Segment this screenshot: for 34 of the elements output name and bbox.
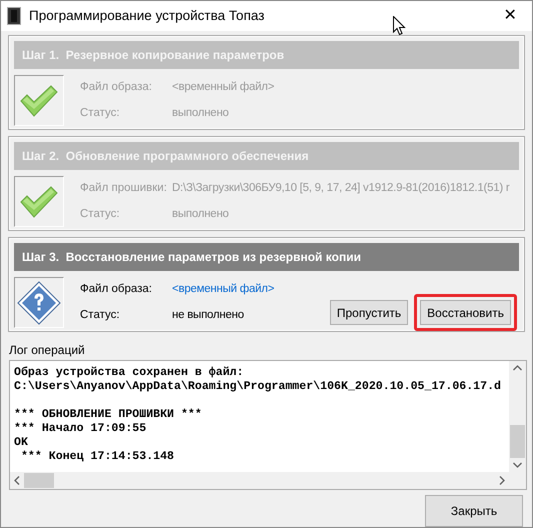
- field-value: выполнено: [172, 106, 229, 121]
- file-link[interactable]: <временный файл>: [172, 281, 274, 298]
- window-title: Программирование устройства Топаз: [29, 6, 264, 25]
- log-line: *** Конец 17:14:53.148: [20, 450, 176, 464]
- check-icon: [19, 186, 59, 218]
- field-label: Статус:: [80, 308, 121, 323]
- step-button[interactable]: Пропустить: [330, 300, 408, 325]
- field-label: Файл образа:: [80, 282, 153, 298]
- close-button[interactable]: Закрыть: [425, 495, 523, 527]
- scroll-up-icon[interactable]: [513, 365, 522, 371]
- scroll-thumb[interactable]: [24, 473, 54, 488]
- log-line: *** ОБНОВЛЕНИЕ ПРОШИВКИ ***: [14, 408, 203, 422]
- log-line: *** Начало 17:09:55: [14, 422, 148, 436]
- log-label: Лог операций: [9, 342, 86, 359]
- scroll-left-icon[interactable]: [14, 476, 20, 485]
- log-line: Образ устройства сохранен в файл:: [14, 366, 245, 380]
- app-icon: [7, 7, 21, 25]
- field-label: Файл образа:: [80, 80, 153, 96]
- log-line: OK: [14, 436, 29, 450]
- field-label: Файл прошивки:: [80, 181, 168, 196]
- field-label: Статус:: [80, 106, 121, 121]
- log-line: C:\Users\Anyanov\AppData\Roaming\Programmer\106K_2020.10.05_17.06.17.d: [14, 380, 502, 394]
- field-value: D:\З\Загрузки\306БУ9,10 [5, 9, 17, 24] v1912.9-81(2016)1812.1(51) r: [172, 181, 510, 196]
- scroll-right-icon[interactable]: [499, 476, 505, 485]
- scroll-thumb[interactable]: [510, 425, 525, 458]
- field-value: выполнено: [172, 206, 229, 222]
- horizontal-scrollbar[interactable]: [10, 472, 509, 489]
- scroll-down-icon[interactable]: [513, 462, 522, 468]
- field-label: Статус:: [80, 206, 121, 222]
- vertical-scrollbar[interactable]: [509, 361, 526, 472]
- field-value: не выполнено: [172, 308, 244, 323]
- step-header: Шаг 3. Восстановление параметров из резервной копии: [14, 243, 519, 271]
- step-button[interactable]: Восстановить: [420, 300, 511, 325]
- check-icon: [19, 84, 59, 116]
